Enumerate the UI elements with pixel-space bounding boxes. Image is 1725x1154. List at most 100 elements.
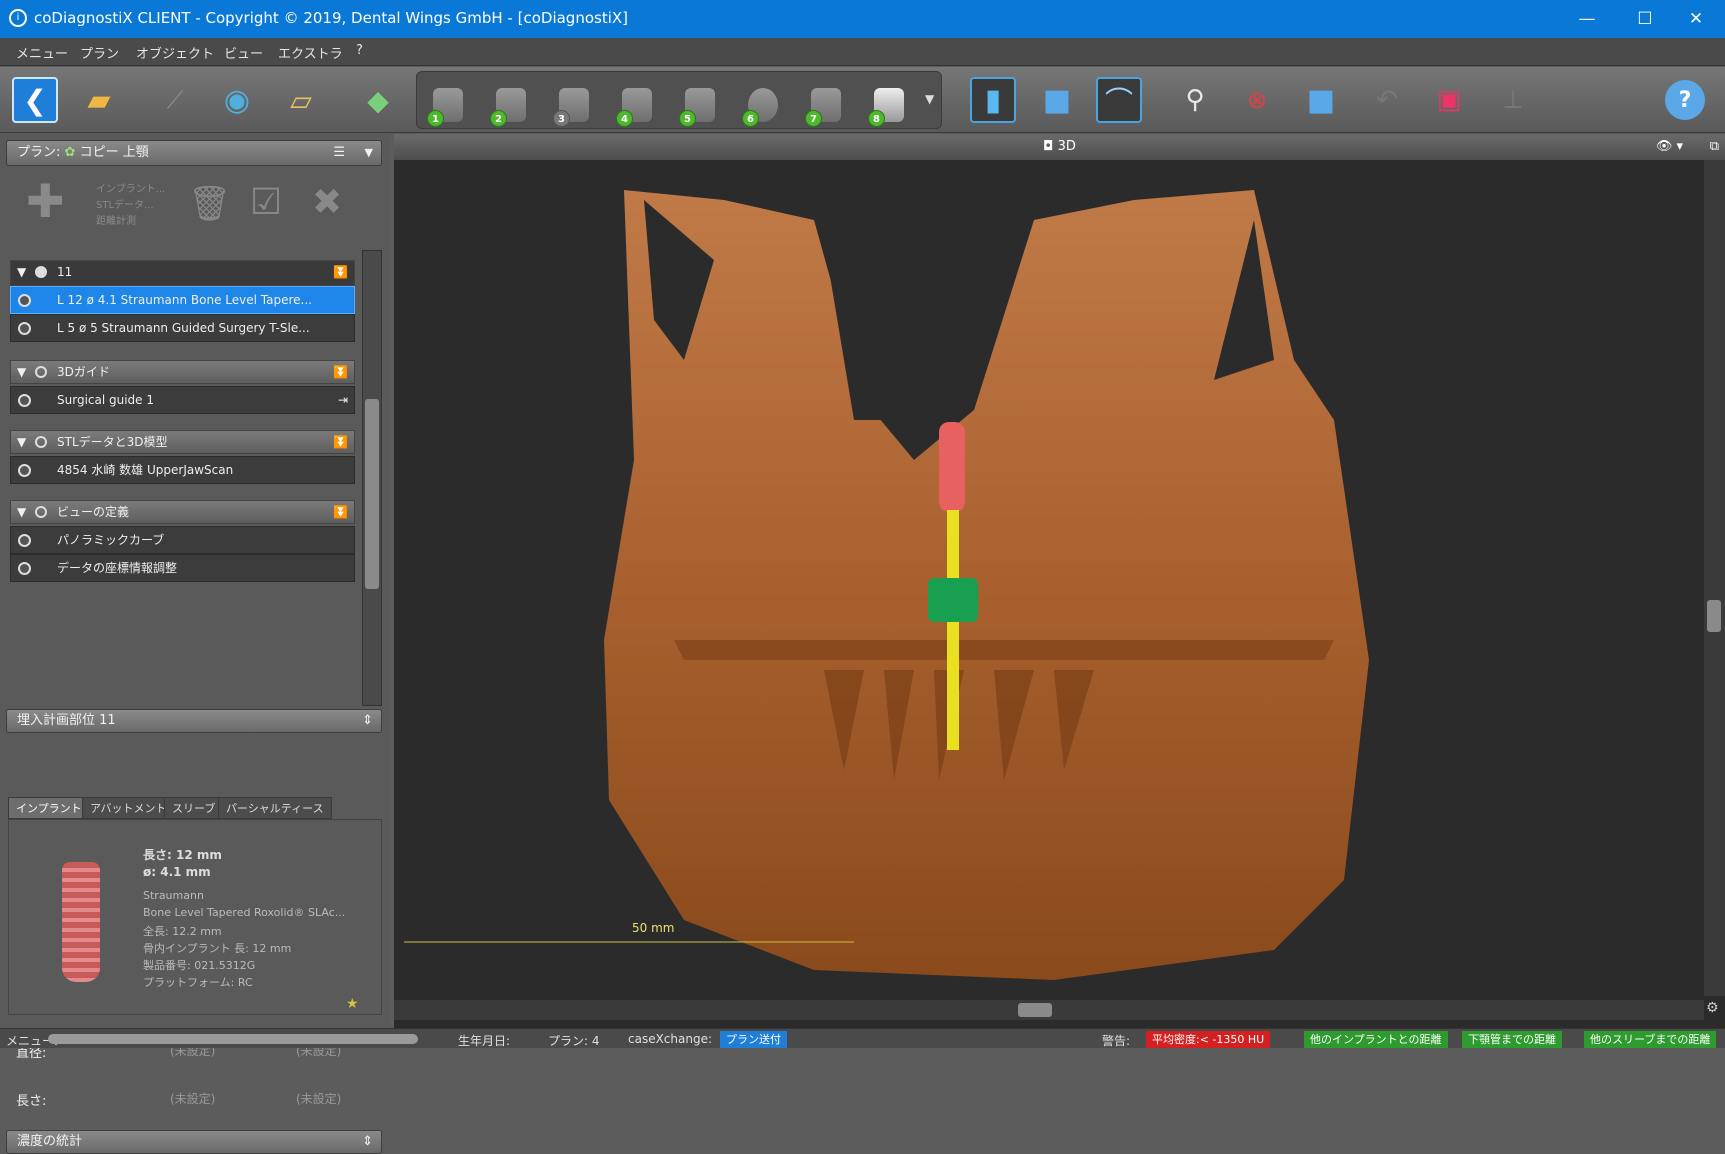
step-2-icon[interactable]: 2	[490, 88, 530, 128]
expand-all-icon[interactable]: ⏬	[333, 431, 348, 453]
section-toggle-icon[interactable]: ⇕	[362, 710, 373, 732]
sleeve-model[interactable]	[928, 578, 978, 622]
window-options-icon[interactable]: ⧉	[1710, 134, 1719, 160]
guide-group-header[interactable]: ▼ 3Dガイド ⏬	[10, 360, 355, 384]
color-map-icon[interactable]: ▣	[1426, 77, 1472, 123]
visibility-icon[interactable]	[18, 394, 31, 407]
length-max-value[interactable]: (未設定)	[296, 1090, 341, 1107]
tab-implant[interactable]: インプラント	[8, 797, 90, 819]
density-warning-badge[interactable]: 平均密度:< -1350 HU	[1146, 1031, 1271, 1048]
step-4-icon[interactable]: 4	[616, 88, 656, 128]
add-distance-option[interactable]: 距離計測	[96, 214, 165, 230]
step-7-icon[interactable]: 7	[805, 88, 845, 128]
export-icon[interactable]: ⇥	[338, 387, 348, 413]
implant-distance-badge[interactable]: 他のインプラントとの距離	[1304, 1031, 1448, 1048]
menu-item-help[interactable]: ?	[356, 43, 363, 58]
visibility-icon[interactable]	[35, 436, 47, 448]
maximize-button[interactable]: ☐	[1616, 0, 1674, 38]
globe-icon[interactable]: ◉	[214, 77, 260, 123]
add-stl-option[interactable]: STLデータ...	[96, 198, 165, 214]
menu-item-menu[interactable]: メニュー	[16, 43, 68, 62]
length-min-value[interactable]: (未設定)	[170, 1090, 215, 1107]
tab-sleeve[interactable]: スリーブ	[164, 797, 224, 819]
collapse-icon[interactable]: ▼	[17, 431, 26, 453]
check-icon[interactable]: ☑	[250, 182, 282, 223]
zoom-reset-icon[interactable]: ⊗	[1234, 77, 1280, 123]
section-toggle-icon[interactable]: ⇕	[362, 1131, 373, 1153]
viewport-hscrollbar[interactable]	[394, 1000, 1704, 1020]
open-folder-icon[interactable]: ▰	[76, 77, 122, 123]
cube-icon[interactable]: ◆	[355, 77, 401, 123]
plan-dropdown-icon[interactable]: ▼	[365, 141, 373, 165]
visibility-icon[interactable]	[35, 366, 47, 378]
menu-item-plan[interactable]: プラン	[80, 43, 119, 62]
stl-group-header[interactable]: ▼ STLデータと3D模型 ⏬	[10, 430, 355, 454]
density-header[interactable]: 濃度の統計 ⇕	[6, 1130, 382, 1154]
viewport-3d[interactable]: ◘ 3D 👁 ▾ ⧉ 50 mm ⚙	[394, 134, 1725, 1028]
send-plan-button[interactable]: プラン送付	[720, 1031, 787, 1048]
expand-all-icon[interactable]: ⏬	[333, 261, 348, 283]
implant-model[interactable]	[939, 422, 965, 512]
rotate-cube-icon[interactable]: ■	[1298, 77, 1344, 123]
viewport-vscrollbar[interactable]	[1704, 160, 1725, 996]
add-icon[interactable]: ✚	[26, 178, 65, 224]
tree-scroll-thumb[interactable]	[365, 399, 379, 589]
minimize-button[interactable]: —	[1558, 0, 1616, 38]
menu-item-object[interactable]: オブジェクト	[136, 43, 214, 62]
tab-partial-teeth[interactable]: パーシャルティース	[218, 797, 332, 819]
undo-icon[interactable]: ↶	[1364, 77, 1410, 123]
tab-abutment[interactable]: アバットメント	[82, 797, 175, 819]
sleeve-row[interactable]: L 5 ø 5 Straumann Guided Surgery T-Sle..…	[10, 314, 355, 342]
step-3-icon[interactable]: 3	[553, 88, 593, 128]
delete-icon[interactable]: 🗑	[188, 184, 231, 224]
visibility-menu-icon[interactable]: 👁 ▾	[1656, 134, 1683, 160]
viewport-settings-icon[interactable]: ⚙	[1706, 1000, 1719, 1016]
sleeve-distance-badge[interactable]: 他のスリーブまでの距離	[1584, 1031, 1717, 1048]
hscroll-thumb[interactable]	[1018, 1003, 1052, 1017]
implant-row[interactable]: L 12 ø 4.1 Straumann Bone Level Tapere..…	[10, 286, 355, 314]
steps-dropdown-icon[interactable]: ▼	[925, 92, 934, 106]
measure-icon[interactable]: ⟂	[1490, 77, 1536, 123]
folder-edit-icon[interactable]: ▱	[278, 77, 324, 123]
view-group-header[interactable]: ▼ ビューの定義 ⏬	[10, 500, 355, 524]
link-icon[interactable]: ⟋	[152, 77, 198, 123]
step-8-print-icon[interactable]: 8	[868, 88, 908, 128]
step-1-icon[interactable]: 1	[427, 88, 467, 128]
collapse-icon[interactable]: ▼	[17, 361, 26, 383]
canal-distance-badge[interactable]: 下顎管までの距離	[1462, 1031, 1562, 1048]
step-6-icon[interactable]: 6	[742, 88, 782, 128]
favorite-star-icon[interactable]: ★	[346, 996, 359, 1012]
zoom-icon[interactable]: ⚲	[1172, 77, 1218, 123]
visibility-icon[interactable]	[35, 506, 47, 518]
tree-scrollbar[interactable]	[362, 250, 382, 706]
visibility-icon[interactable]	[35, 266, 47, 278]
step-5-icon[interactable]: 5	[679, 88, 719, 128]
expand-all-icon[interactable]: ⏬	[333, 361, 348, 383]
visibility-icon[interactable]	[18, 294, 31, 307]
implant-view-icon[interactable]: ▮	[970, 77, 1016, 123]
expand-all-icon[interactable]: ⏬	[333, 501, 348, 523]
implant-group-header[interactable]: ▼ 11 ⏬	[10, 260, 355, 286]
close-button[interactable]: ✕	[1667, 0, 1725, 38]
back-icon[interactable]: ❮	[12, 77, 58, 123]
guide-row[interactable]: Surgical guide 1 ⇥	[10, 386, 355, 414]
select-cube-icon[interactable]: ■	[1034, 77, 1080, 123]
panoramic-curve-row[interactable]: パノラミックカーブ	[10, 526, 355, 554]
tools-icon[interactable]: ✖	[312, 182, 342, 223]
visibility-icon[interactable]	[18, 322, 31, 335]
vscroll-thumb[interactable]	[1707, 600, 1721, 632]
list-menu-icon[interactable]: ☰	[333, 141, 345, 165]
collapse-icon[interactable]: ▼	[17, 501, 26, 523]
coordinate-adjust-row[interactable]: データの座標情報調整	[10, 554, 355, 582]
visibility-icon[interactable]	[18, 464, 31, 477]
collapse-icon[interactable]: ▼	[17, 261, 26, 283]
stl-row[interactable]: 4854 水崎 数雄 UpperJawScan	[10, 456, 355, 484]
visibility-icon[interactable]	[18, 562, 31, 575]
plan-selector[interactable]: プラン: ✿ コピー 上顎 ☰ ▼	[6, 140, 382, 166]
add-implant-option[interactable]: インプラント...	[96, 182, 165, 198]
menu-item-extra[interactable]: エクストラ	[278, 43, 343, 62]
menu-item-view[interactable]: ビュー	[224, 43, 263, 62]
panoramic-curve-icon[interactable]: ⌒	[1096, 77, 1142, 123]
help-icon[interactable]: ?	[1665, 80, 1705, 120]
visibility-icon[interactable]	[18, 534, 31, 547]
